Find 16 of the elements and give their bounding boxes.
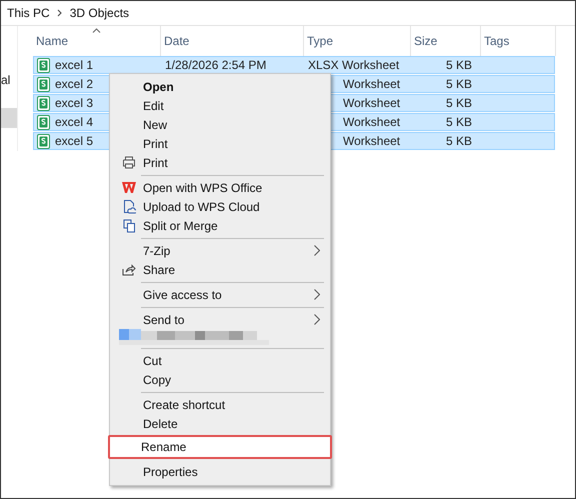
size-cell: 5 KB: [446, 115, 472, 129]
size-cell: 5 KB: [446, 96, 472, 110]
type-cell: Worksheet: [343, 96, 400, 110]
type-cell: XLSX Worksheet: [308, 58, 400, 72]
file-name: excel 3: [55, 96, 94, 110]
size-cell: 5 KB: [446, 77, 472, 91]
size-cell: 5 KB: [446, 134, 472, 148]
type-cell: Worksheet: [343, 115, 400, 129]
file-name: excel 1: [55, 58, 94, 72]
file-name: excel 5: [55, 134, 94, 148]
file-name: excel 4: [55, 115, 94, 129]
date-cell: 1/28/2026 2:54 PM: [165, 58, 266, 72]
type-cell: Worksheet: [343, 134, 400, 148]
type-cell: Worksheet: [343, 77, 400, 91]
file-name: excel 2: [55, 77, 94, 91]
size-cell: 5 KB: [446, 58, 472, 72]
